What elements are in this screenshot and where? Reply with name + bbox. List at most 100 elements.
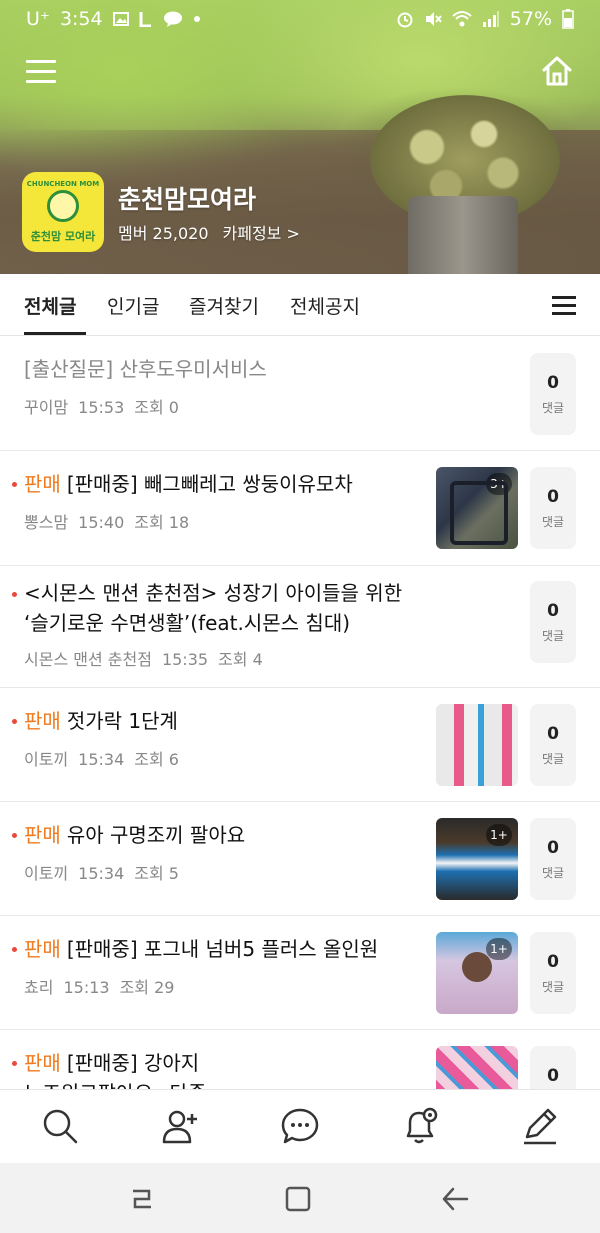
- cafe-banner: U⁺ 3:54 57% CHUNCHEON MOM 춘천맘 모여라 춘천맘모여라…: [0, 0, 600, 274]
- comment-count-box[interactable]: 0 댓글: [530, 932, 576, 1014]
- list-item[interactable]: 판매 젓가락 1단계 이토끼 15:34 조회 6 0 댓글: [0, 688, 600, 802]
- sale-tag: 판매: [24, 709, 61, 733]
- new-post-dot: [12, 719, 17, 724]
- board-tabs: 전체글 인기글 즐겨찾기 전체공지: [0, 274, 600, 336]
- post-meta: 꾸이맘 15:53 조회 0: [24, 394, 179, 418]
- cafe-meta: 멤버 25,020 카페정보 >: [118, 220, 300, 244]
- comment-count: 0: [547, 487, 559, 507]
- post-views: 조회 4: [218, 650, 263, 669]
- tab-favorites[interactable]: 즐겨찾기: [189, 292, 259, 319]
- mute-icon: [425, 12, 442, 26]
- tab-notices[interactable]: 전체공지: [290, 292, 360, 319]
- post-time: 15:34: [78, 750, 125, 769]
- post-views: 조회 5: [134, 864, 179, 883]
- post-meta: 쵸리 15:13 조회 29: [24, 974, 174, 998]
- post-thumbnail[interactable]: 3+: [436, 467, 518, 549]
- post-thumbnail[interactable]: 1+: [436, 818, 518, 900]
- bottom-nav: [0, 1089, 600, 1163]
- top-nav: [0, 52, 600, 96]
- battery-level: 57%: [509, 8, 552, 30]
- comment-label: 댓글: [541, 866, 565, 880]
- cafe-logo[interactable]: CHUNCHEON MOM 춘천맘 모여라: [22, 172, 104, 252]
- tab-all-posts[interactable]: 전체글: [24, 292, 76, 319]
- clock: 3:54: [59, 8, 103, 30]
- post-author: 뽕스맘: [24, 513, 69, 532]
- recent-apps-icon[interactable]: [127, 1185, 157, 1213]
- list-item[interactable]: 판매 유아 구명조끼 팔아요 이토끼 15:34 조회 5 1+ 0 댓글: [0, 802, 600, 916]
- post-author: 이토끼: [24, 750, 69, 769]
- post-title: 판매 [판매중] 포그내 넘버5 플러스 올인원: [24, 934, 378, 964]
- post-title: [출산질문] 산후도우미서비스: [24, 354, 267, 384]
- new-post-dot: [12, 833, 17, 838]
- post-title: <시몬스 맨션 춘천점> 성장기 아이들을 위한 ‘슬기로운 수면생활’(feat…: [24, 578, 402, 638]
- list-item[interactable]: <시몬스 맨션 춘천점> 성장기 아이들을 위한 ‘슬기로운 수면생활’(feat…: [0, 566, 600, 688]
- new-post-dot: [12, 592, 17, 597]
- post-title-line: [판매중] 빼그빼레고 쌍둥이유모차: [66, 472, 353, 496]
- post-title-line: [판매중] 포그내 넘버5 플러스 올인원: [66, 937, 379, 961]
- comment-count-box[interactable]: 0 댓글: [530, 467, 576, 549]
- search-icon[interactable]: [40, 1106, 80, 1146]
- home-square-icon[interactable]: [283, 1185, 313, 1213]
- comment-count-box[interactable]: 0 댓글: [530, 353, 576, 435]
- comment-count-box[interactable]: 0 댓글: [530, 581, 576, 663]
- list-menu-icon[interactable]: [552, 296, 576, 316]
- status-bar: U⁺ 3:54 57%: [0, 0, 600, 38]
- post-meta: 시몬스 맨션 춘천점 15:35 조회 4: [24, 646, 263, 670]
- menu-icon[interactable]: [26, 60, 56, 84]
- comment-label: 댓글: [541, 401, 565, 415]
- battery-icon: [562, 9, 574, 29]
- member-count: 멤버 25,020: [118, 224, 209, 243]
- post-list: [출산질문] 산후도우미서비스 꾸이맘 15:53 조회 0 0 댓글 판매 [판매중]…: [0, 336, 600, 1150]
- home-icon[interactable]: [540, 54, 574, 88]
- line-icon: [139, 12, 151, 27]
- tab-popular[interactable]: 인기글: [107, 292, 159, 319]
- add-person-icon[interactable]: [160, 1106, 200, 1146]
- list-item[interactable]: 판매 [판매중] 포그내 넘버5 플러스 올인원 쵸리 15:13 조회 29 1+ …: [0, 916, 600, 1030]
- post-title: 판매 젓가락 1단계: [24, 706, 178, 736]
- post-meta: 이토끼 15:34 조회 6: [24, 746, 179, 770]
- post-title: 판매 [판매중] 빼그빼레고 쌍둥이유모차: [24, 469, 353, 499]
- pencil-icon[interactable]: [520, 1106, 560, 1146]
- chat-bubble-icon[interactable]: [280, 1106, 320, 1146]
- new-post-dot: [12, 947, 17, 952]
- comment-count-box[interactable]: 0 댓글: [530, 818, 576, 900]
- gallery-icon: [112, 12, 129, 26]
- post-time: 15:35: [161, 650, 209, 669]
- cafe-name: 춘천맘모여라: [118, 185, 257, 214]
- banner-pot-image: [408, 196, 518, 274]
- bell-gear-icon[interactable]: [400, 1106, 440, 1146]
- post-thumbnail[interactable]: 1+: [436, 932, 518, 1014]
- back-arrow-icon[interactable]: [440, 1185, 470, 1213]
- cafe-info-link[interactable]: 카페정보 >: [223, 224, 300, 243]
- carrier-label: U⁺: [26, 8, 50, 30]
- comment-count: 0: [547, 952, 559, 972]
- post-author: 시몬스 맨션 춘천점: [24, 650, 152, 669]
- image-count-badge: 1+: [486, 824, 512, 846]
- sale-tag: 판매: [24, 937, 61, 961]
- post-thumbnail[interactable]: [436, 704, 518, 786]
- post-title-line: 유아 구명조끼 팔아요: [66, 823, 246, 847]
- post-meta: 뽕스맘 15:40 조회 18: [24, 509, 189, 533]
- wifi-icon: [452, 11, 472, 27]
- logo-top-text: CHUNCHEON MOM: [26, 180, 100, 188]
- post-title-line: [출산질문] 산후도우미서비스: [24, 357, 267, 381]
- status-right: 57%: [396, 8, 574, 30]
- comment-count: 0: [547, 373, 559, 393]
- list-item[interactable]: [출산질문] 산후도우미서비스 꾸이맘 15:53 조회 0 0 댓글: [0, 336, 600, 451]
- comment-count-box[interactable]: 0 댓글: [530, 704, 576, 786]
- alarm-icon: [397, 12, 413, 28]
- post-time: 15:34: [78, 864, 125, 883]
- signal-icon: [482, 11, 499, 27]
- comment-count: 0: [547, 838, 559, 858]
- comment-count: 0: [547, 1066, 559, 1086]
- post-title-line: [판매중] 강아지: [66, 1051, 200, 1075]
- post-title-line: 젓가락 1단계: [66, 709, 178, 733]
- list-item[interactable]: 판매 [판매중] 빼그빼레고 쌍둥이유모차 뽕스맘 15:40 조회 18 3+ 0 댓…: [0, 451, 600, 566]
- logo-name-text: 춘천맘 모여라: [30, 230, 96, 243]
- comment-label: 댓글: [541, 752, 565, 766]
- active-tab-indicator: [24, 332, 86, 335]
- comment-count: 0: [547, 601, 559, 621]
- dot-icon: [193, 16, 200, 22]
- post-time: 15:13: [63, 978, 110, 997]
- baby-face-icon: [47, 190, 79, 222]
